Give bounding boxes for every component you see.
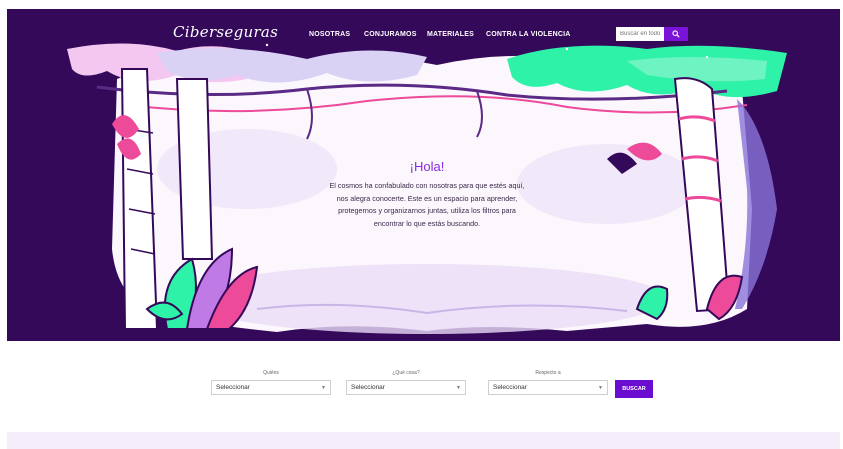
chevron-down-icon: ▼	[598, 385, 603, 391]
chevron-down-icon: ▼	[321, 385, 326, 391]
filter-select-que-cosa[interactable]: Seleccionar ▼	[346, 380, 466, 395]
search-button[interactable]	[664, 27, 688, 41]
select-value: Seleccionar	[493, 384, 527, 391]
select-value: Seleccionar	[216, 384, 250, 391]
intro-line: El cosmos ha confabulado con nosotras pa…	[329, 181, 525, 190]
filter-label-quien: Quiéns	[263, 370, 279, 376]
intro-line: encontrar lo que estás buscando.	[373, 218, 481, 228]
filter-select-quien[interactable]: Seleccionar ▼	[211, 380, 331, 395]
site-logo[interactable]: Ciberseguras	[173, 23, 278, 41]
hero-banner: Ciberseguras NOSOTRAS CONJURAMOS MATERIA…	[7, 9, 840, 341]
search-input[interactable]	[616, 27, 664, 41]
filter-bar: Quiéns Seleccionar ▼ ¿Qué cosa? Seleccio…	[0, 370, 843, 400]
filter-label-que-cosa: ¿Qué cosa?	[392, 370, 420, 376]
select-value: Seleccionar	[351, 384, 385, 391]
intro-paragraph: El cosmos ha confabulado con nosotras pa…	[292, 180, 562, 230]
nav-contra-la-violencia[interactable]: CONTRA LA VIOLENCIA	[486, 31, 571, 38]
nav-conjuramos[interactable]: CONJURAMOS	[364, 31, 417, 38]
bottom-section-band	[7, 432, 840, 449]
search-icon	[672, 30, 680, 38]
filter-select-respecto-a[interactable]: Seleccionar ▼	[488, 380, 608, 395]
intro-section: ¡Hola! El cosmos ha confabulado con noso…	[292, 159, 562, 230]
intro-line: protegernos y organizarnos juntas, utili…	[338, 206, 516, 215]
buscar-button[interactable]: BUSCAR	[615, 380, 653, 398]
nav-nosotras[interactable]: NOSOTRAS	[309, 31, 350, 38]
filter-label-respecto-a: Respecto a	[535, 370, 561, 376]
chevron-down-icon: ▼	[456, 385, 461, 391]
nav-materiales[interactable]: MATERIALES	[427, 31, 474, 38]
intro-title: ¡Hola!	[409, 159, 445, 174]
intro-line: nos alegra conocerte. Este es un espacio…	[336, 193, 518, 203]
top-navbar: Ciberseguras NOSOTRAS CONJURAMOS MATERIA…	[7, 9, 840, 51]
